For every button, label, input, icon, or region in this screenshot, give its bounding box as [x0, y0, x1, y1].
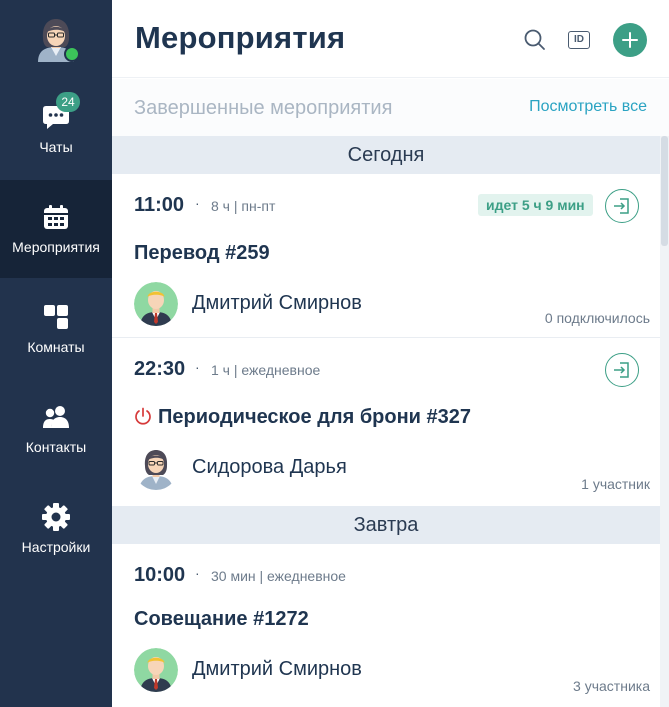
- page-header: Мероприятия ID: [112, 0, 669, 78]
- power-icon: [134, 407, 152, 431]
- separator-dot: ·: [195, 359, 200, 375]
- sidebar-item-contacts[interactable]: Контакты: [0, 380, 112, 478]
- sidebar-item-label: Настройки: [21, 539, 91, 555]
- event-title: Перевод #259: [134, 242, 270, 264]
- event-title-row: Периодическое для брони #327: [134, 406, 471, 431]
- event-card[interactable]: 22:30 · 1 ч | ежедневное Периодическое д…: [112, 338, 660, 506]
- search-icon: [524, 29, 545, 50]
- sidebar-item-label: Чаты: [39, 139, 73, 155]
- id-icon: ID: [568, 31, 590, 49]
- page-title: Мероприятия: [135, 20, 346, 55]
- view-all-link[interactable]: Посмотреть все: [529, 98, 647, 116]
- join-button[interactable]: [605, 353, 639, 387]
- event-meta: 1 ч | ежедневное: [211, 362, 321, 378]
- organizer-name: Сидорова Дарья: [192, 456, 347, 478]
- participants-count: 3 участника: [573, 678, 650, 694]
- avatar: [134, 282, 178, 326]
- completed-events-title: Завершенные мероприятия: [134, 97, 393, 119]
- unread-badge: 24: [56, 92, 80, 112]
- completed-events-bar: Завершенные мероприятия Посмотреть все: [112, 79, 669, 136]
- event-meta: 8 ч | пн-пт: [211, 198, 276, 214]
- sidebar-item-chats[interactable]: Чаты: [0, 80, 112, 178]
- rooms-icon: [41, 302, 71, 332]
- join-button[interactable]: [605, 189, 639, 223]
- event-meta: 30 мин | ежедневное: [211, 568, 346, 584]
- event-time: 11:00: [134, 194, 185, 216]
- event-time: 22:30: [134, 358, 186, 380]
- status-badge: идет 5 ч 9 мин: [478, 194, 593, 216]
- events-list: Сегодня 11:00 · 8 ч | пн-пт идет 5 ч 9 м…: [112, 136, 660, 707]
- event-title: Периодическое для брони #327: [158, 406, 472, 428]
- separator-dot: ·: [195, 565, 200, 581]
- day-header: Сегодня: [112, 136, 660, 174]
- id-button[interactable]: ID: [562, 23, 596, 57]
- participants-count: 0 подключилось: [544, 310, 650, 326]
- participants-count: 1 участник: [581, 476, 650, 492]
- sidebar-item-label: Мероприятия: [12, 239, 100, 255]
- event-title: Совещание #1272: [134, 608, 309, 630]
- sidebar-item-settings[interactable]: Настройки: [0, 480, 112, 578]
- event-card[interactable]: 11:00 · 8 ч | пн-пт идет 5 ч 9 мин Перев…: [112, 174, 660, 336]
- id-label: ID: [574, 34, 584, 45]
- enter-icon: [614, 362, 629, 378]
- organizer-name: Дмитрий Смирнов: [192, 658, 362, 680]
- scrollbar[interactable]: [660, 136, 669, 707]
- sidebar: Чаты 24 Мероприятия Комнаты Контакты Нас…: [0, 0, 112, 707]
- user-avatar[interactable]: [34, 16, 80, 62]
- sidebar-item-label: Контакты: [25, 439, 87, 455]
- calendar-icon: [41, 202, 71, 232]
- add-event-button[interactable]: [613, 23, 647, 57]
- gear-icon: [41, 502, 71, 532]
- sidebar-item-label: Комнаты: [27, 339, 85, 355]
- event-card[interactable]: 10:00 · 30 мин | ежедневное Совещание #1…: [112, 544, 660, 707]
- event-time: 10:00: [134, 564, 186, 586]
- online-status-dot: [64, 46, 80, 62]
- search-button[interactable]: [518, 23, 552, 57]
- contacts-icon: [41, 402, 71, 432]
- sidebar-item-events[interactable]: Мероприятия: [0, 180, 112, 278]
- avatar: [134, 446, 178, 490]
- organizer-name: Дмитрий Смирнов: [192, 292, 362, 314]
- scrollbar-thumb[interactable]: [661, 136, 668, 246]
- avatar: [134, 648, 178, 692]
- enter-icon: [614, 198, 629, 214]
- day-header: Завтра: [112, 506, 660, 544]
- main-panel: Мероприятия ID Завершенные мероприятия П…: [112, 0, 669, 707]
- plus-icon: [622, 32, 638, 48]
- separator-dot: ·: [195, 195, 200, 211]
- sidebar-item-rooms[interactable]: Комнаты: [0, 280, 112, 378]
